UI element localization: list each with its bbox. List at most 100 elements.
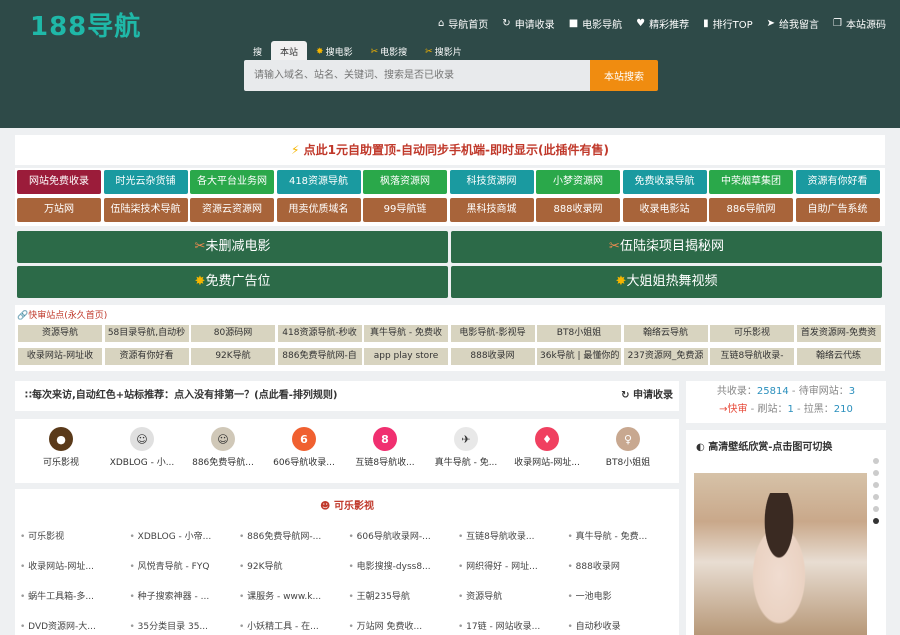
carousel-dot[interactable] — [873, 482, 879, 488]
featured-link[interactable]: 免费收录导航 — [622, 170, 707, 194]
quick-site-link[interactable]: 92K导航 — [191, 348, 275, 365]
topnav-item-1[interactable]: ↻ 申请收录 — [502, 16, 554, 31]
quick-site-link[interactable]: 翰络云代练 — [796, 348, 881, 365]
search-input[interactable] — [244, 60, 590, 91]
wallpaper-image[interactable] — [694, 473, 867, 635]
list-item[interactable]: 种子搜索神器 - ... — [130, 589, 230, 602]
icon-site[interactable]: ♀ BT8小姐姐 — [587, 427, 669, 468]
featured-link[interactable]: 黑科技商城 — [449, 198, 534, 222]
big-button[interactable]: ✂未删减电影 — [17, 231, 448, 263]
list-item[interactable]: 小妖精工具 - 在... — [239, 619, 339, 632]
featured-link[interactable]: 418资源导航 — [276, 170, 361, 194]
big-button[interactable]: ✸免费广告位 — [17, 266, 448, 298]
search-button[interactable]: 本站搜索 — [590, 60, 658, 91]
list-item[interactable]: 电影搜搜-dyss8... — [349, 559, 449, 572]
topnav-item-5[interactable]: ➤ 给我留言 — [767, 16, 819, 31]
featured-link[interactable]: 万站网 — [17, 198, 101, 222]
quick-site-link[interactable]: app play store — [364, 348, 448, 365]
list-item[interactable]: 92K导航 — [239, 559, 339, 572]
icon-site[interactable]: 6 606导航收录... — [263, 427, 345, 468]
list-item[interactable]: 万站网 免费收... — [349, 619, 449, 632]
icon-site[interactable]: 8 互链8导航收... — [344, 427, 426, 468]
list-item[interactable]: 资源导航 — [458, 589, 558, 602]
quick-site-link[interactable]: 电影导航-影视导 — [450, 325, 535, 342]
topnav-item-6[interactable]: ❐ 本站源码 — [833, 16, 886, 31]
featured-link[interactable]: 886导航网 — [709, 198, 793, 222]
list-item[interactable]: 王朝235导航 — [349, 589, 449, 602]
list-item[interactable]: 606导航收录网-... — [349, 529, 449, 542]
topnav-item-2[interactable]: ■ 电影导航 — [569, 16, 622, 31]
quick-site-link[interactable]: 237资源网_免费源 — [623, 348, 708, 365]
search-tab-2[interactable]: ✂ 电影搜 — [362, 41, 417, 62]
quick-site-link[interactable]: 资源有你好看 — [104, 348, 189, 365]
big-button[interactable]: ✂伍陆柒项目揭秘网 — [451, 231, 882, 263]
icon-site[interactable]: ✈ 真牛导航 - 免... — [425, 427, 507, 468]
quick-site-link[interactable]: 80源码网 — [191, 325, 275, 342]
featured-link[interactable]: 科技货源网 — [449, 170, 534, 194]
icon-site[interactable]: ☺ 886免费导航... — [182, 427, 264, 468]
quick-site-link[interactable]: 418资源导航-秒收 — [277, 325, 362, 342]
list-item[interactable]: DVD资源网-大... — [20, 619, 120, 632]
quick-site-link[interactable]: 真牛导航 - 免费收 — [364, 325, 448, 342]
list-item[interactable]: 课服务 - www.k... — [239, 589, 339, 602]
quick-site-link[interactable]: 888收录网 — [450, 348, 535, 365]
site-logo[interactable]: 188导航 — [30, 6, 141, 43]
quick-site-link[interactable]: 58目录导航,自动秒 — [104, 325, 189, 342]
featured-link[interactable]: 资源有你好看 — [795, 170, 880, 194]
quick-site-link[interactable]: 36k导航 | 最懂你的 — [537, 348, 621, 365]
topnav-item-0[interactable]: ⌂ 导航首页 — [438, 16, 488, 31]
featured-link[interactable]: 伍陆柒技术导航 — [103, 198, 188, 222]
featured-link[interactable]: 甩卖优质域名 — [276, 198, 361, 222]
featured-link[interactable]: 中荣烟草集团 — [709, 170, 793, 194]
featured-link[interactable]: 888收录网 — [536, 198, 620, 222]
featured-link[interactable]: 枫落资源网 — [363, 170, 447, 194]
promo-banner[interactable]: ⚡ 点此1元自助置顶-自动同步手机端-即时显示(此插件有售) — [15, 135, 885, 165]
search-tab-0[interactable]: 本站 — [271, 41, 308, 62]
list-item[interactable]: 888收录网 — [568, 559, 668, 572]
list-item[interactable]: 35分类目录 35... — [130, 619, 230, 632]
list-item[interactable]: 互链8导航收录... — [458, 529, 558, 542]
carousel-dot[interactable] — [873, 494, 879, 500]
quick-site-link[interactable]: 收录网站-网址收 — [18, 348, 102, 365]
list-item[interactable]: 一池电影 — [568, 589, 668, 602]
list-item[interactable]: XDBLOG - 小帝... — [130, 529, 230, 542]
search-tab-1[interactable]: ✸ 搜电影 — [307, 41, 362, 62]
carousel-dot[interactable] — [873, 470, 879, 476]
big-button[interactable]: ✸大姐姐热舞视频 — [451, 266, 882, 298]
list-item[interactable]: 17链 - 网站收录... — [458, 619, 558, 632]
carousel-dot-active[interactable] — [873, 518, 879, 524]
fast-label[interactable]: →快审 — [719, 404, 747, 415]
list-item[interactable]: 可乐影视 — [20, 529, 120, 542]
quick-site-link[interactable]: 翰络云导航 — [623, 325, 708, 342]
list-item[interactable]: 网织得好 - 网址... — [458, 559, 558, 572]
quick-site-link[interactable]: 886免费导航网-自 — [277, 348, 362, 365]
topnav-item-4[interactable]: ▮ 排行TOP — [703, 16, 753, 31]
list-item[interactable]: 真牛导航 - 免费... — [568, 529, 668, 542]
topnav-item-3[interactable]: ♥ 精彩推荐 — [636, 16, 689, 31]
quick-site-link[interactable]: 互链8导航收录- — [710, 348, 794, 365]
featured-link[interactable]: 小梦资源网 — [536, 170, 620, 194]
carousel-dot[interactable] — [873, 458, 879, 464]
icon-site[interactable]: ♦ 收录网站-网址... — [506, 427, 588, 468]
apply-link[interactable]: ↻ 申请收录 — [621, 381, 673, 411]
notice-bar[interactable]: ∷每次来访,自动红色+站标推荐：点入没有排第一？(点此看-排列规则) ↻ 申请收录 — [15, 381, 679, 411]
featured-link[interactable]: 资源云资源网 — [190, 198, 274, 222]
carousel-dot[interactable] — [873, 506, 879, 512]
search-tab-3[interactable]: ✂ 搜影片 — [416, 41, 471, 62]
quick-site-link[interactable]: 资源导航 — [18, 325, 102, 342]
icon-site[interactable]: ● 可乐影视 — [20, 427, 102, 468]
list-item[interactable]: 自动秒收录 — [568, 619, 668, 632]
featured-link[interactable]: 收录电影站 — [622, 198, 707, 222]
list-item[interactable]: 风悦青导航 - FYQ — [130, 559, 230, 572]
list-item[interactable]: 886免费导航网-... — [239, 529, 339, 542]
featured-link[interactable]: 网站免费收录 — [17, 170, 101, 194]
featured-link[interactable]: 各大平台业务网 — [190, 170, 274, 194]
featured-link[interactable]: 时光云杂货铺 — [103, 170, 188, 194]
list-item[interactable]: 收录网站-网址... — [20, 559, 120, 572]
featured-link[interactable]: 99导航链 — [363, 198, 447, 222]
icon-site[interactable]: ☺ XDBLOG - 小... — [101, 427, 183, 468]
quick-site-link[interactable]: 可乐影视 — [710, 325, 794, 342]
quick-site-link[interactable]: 首发资源网-免费资 — [796, 325, 881, 342]
quick-site-link[interactable]: BT8小姐姐 — [537, 325, 621, 342]
featured-link[interactable]: 自助广告系统 — [795, 198, 880, 222]
